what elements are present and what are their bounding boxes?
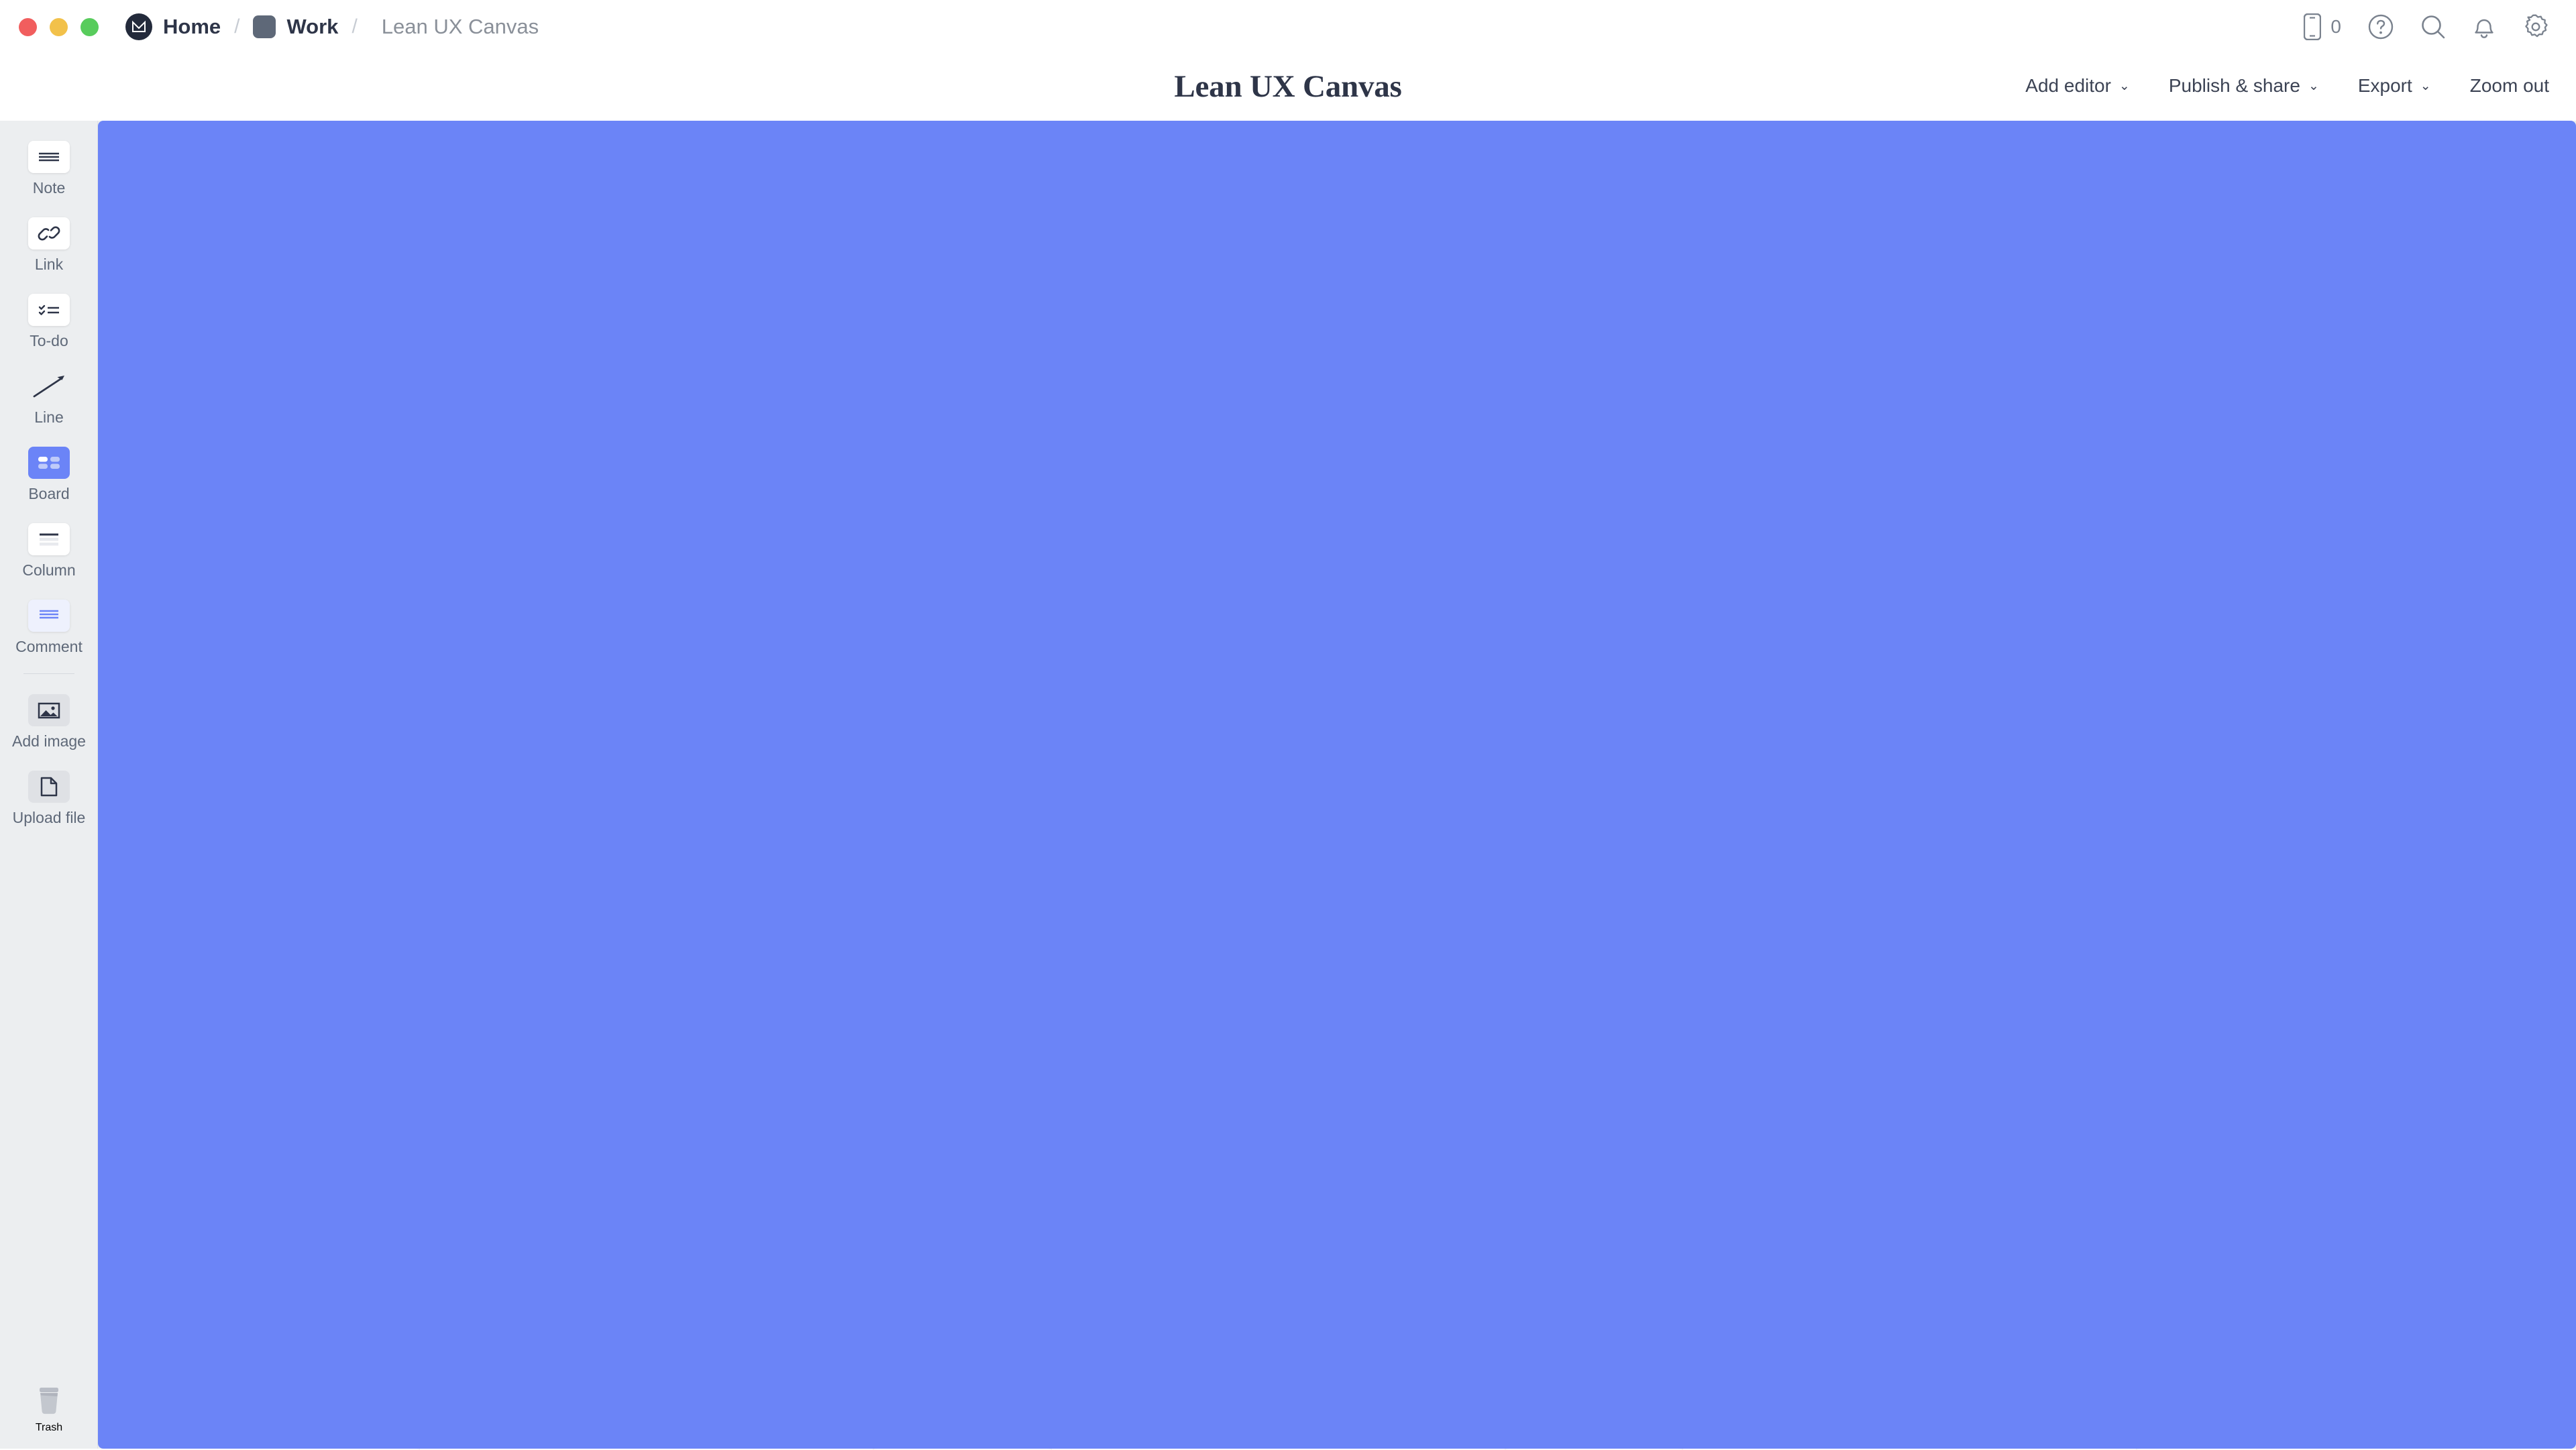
sidebar-tool-link-label: Link <box>34 256 64 273</box>
close-window-button[interactable] <box>19 17 37 36</box>
sidebar-tool-comment-label: Comment <box>15 638 83 655</box>
workspace-color-swatch <box>253 15 276 38</box>
top-bar: Home / Work / Lean UX Canvas 0 <box>0 0 2576 1449</box>
menu-add-editor[interactable]: Add editor ⌄ <box>2025 75 2130 97</box>
notifications-icon[interactable] <box>2473 14 2496 40</box>
link-icon <box>28 217 70 249</box>
board-color-swatch <box>98 121 2576 1449</box>
sidebar-tool-line[interactable]: Line <box>0 370 98 427</box>
sidebar-tool-column-label: Column <box>22 561 76 579</box>
menu-zoom-out[interactable]: Zoom out <box>2470 75 2549 97</box>
settings-gear-icon[interactable] <box>2522 13 2549 40</box>
column-icon <box>28 523 70 555</box>
menu-zoom-out-label: Zoom out <box>2469 75 2549 96</box>
sidebar-trash-label: Trash <box>35 1422 63 1433</box>
chevron-down-icon: ⌄ <box>2420 78 2431 93</box>
menu-publish-share[interactable]: Publish & share ⌄ <box>2169 75 2319 97</box>
breadcrumb-separator-1: / <box>234 15 240 38</box>
sidebar-tool-board[interactable]: Board <box>0 447 98 503</box>
tool-sidebar: Note Link To-do Line Board Column Commen… <box>0 121 98 1449</box>
device-count: 0 <box>2330 16 2341 37</box>
line-icon <box>28 370 70 402</box>
menu-export-label: Export <box>2357 75 2412 96</box>
title-bar: Lean UX Canvas Add editor ⌄ Publish & sh… <box>0 54 2576 121</box>
maximize-window-button[interactable] <box>80 17 99 36</box>
sidebar-tool-upload-file-label: Upload file <box>12 809 86 826</box>
sidebar-trash[interactable]: Trash <box>0 1384 98 1434</box>
breadcrumb-workspace[interactable]: Work <box>286 15 338 39</box>
top-bar-actions: 0 <box>2304 13 2549 40</box>
sidebar-tool-todo-label: To-do <box>30 332 68 349</box>
sidebar-tool-line-label: Line <box>34 408 64 426</box>
sidebar-tool-note[interactable]: Note <box>0 141 98 197</box>
chevron-down-icon: ⌄ <box>2308 78 2319 93</box>
help-icon[interactable] <box>2368 14 2394 40</box>
note-icon <box>28 141 70 173</box>
chevron-down-icon: ⌄ <box>2118 78 2130 93</box>
menu-add-editor-label: Add editor <box>2025 75 2111 96</box>
board-menu: Add editor ⌄ Publish & share ⌄ Export ⌄ … <box>2025 75 2549 97</box>
breadcrumb-home[interactable]: Home <box>163 15 221 39</box>
sidebar-tool-add-image-label: Add image <box>12 732 86 750</box>
sidebar-divider <box>23 673 74 674</box>
mobile-preview-icon <box>2304 13 2322 40</box>
sidebar-tool-link[interactable]: Link <box>0 217 98 274</box>
board-icon <box>28 447 70 479</box>
window-traffic-lights <box>19 17 99 36</box>
breadcrumb-board[interactable]: Lean UX Canvas <box>382 15 539 39</box>
app-logo-icon[interactable] <box>125 13 152 40</box>
sidebar-tool-note-label: Note <box>32 179 66 197</box>
file-icon <box>28 771 70 803</box>
sidebar-tool-board-label: Board <box>28 485 70 502</box>
search-icon[interactable] <box>2420 14 2446 40</box>
mobile-preview-button[interactable]: 0 <box>2304 13 2341 40</box>
minimize-window-button[interactable] <box>50 17 68 36</box>
sidebar-tool-todo[interactable]: To-do <box>0 294 98 350</box>
comment-icon <box>28 600 70 632</box>
sidebar-tool-upload-file[interactable]: Upload file <box>0 771 98 827</box>
menu-export[interactable]: Export ⌄ <box>2358 75 2431 97</box>
trash-icon <box>32 1384 66 1422</box>
menu-publish-share-label: Publish & share <box>2168 75 2300 96</box>
breadcrumb-separator-2: / <box>352 15 358 38</box>
sidebar-tool-add-image[interactable]: Add image <box>0 694 98 750</box>
breadcrumb: Home / Work / Lean UX Canvas <box>98 13 2576 1449</box>
sidebar-tool-column[interactable]: Column <box>0 523 98 579</box>
todo-icon <box>28 294 70 326</box>
sidebar-tool-comment[interactable]: Comment <box>0 600 98 656</box>
image-icon <box>28 694 70 726</box>
